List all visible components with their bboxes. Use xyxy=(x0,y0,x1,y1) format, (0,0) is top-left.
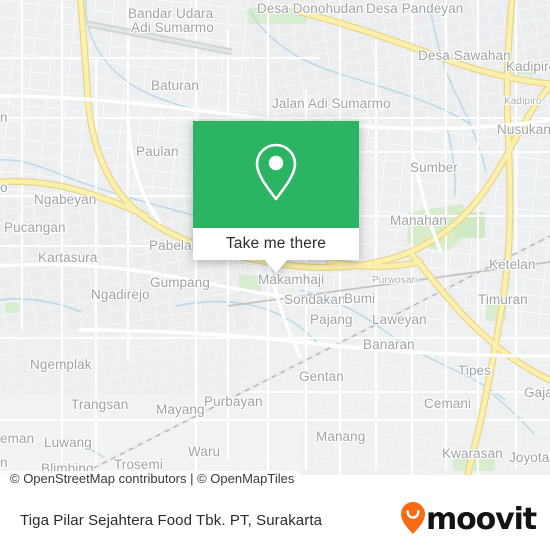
footer-bar: Tiga Pilar Sejahtera Food Tbk. PT, Surak… xyxy=(0,490,550,550)
map-attribution: © OpenStreetMap contributors | © OpenMap… xyxy=(0,466,550,490)
popup-tail-pointer xyxy=(265,260,287,273)
moovit-logo[interactable]: moovit xyxy=(400,501,550,540)
map-pin-outline-icon xyxy=(252,141,300,208)
moovit-wordmark: moovit xyxy=(425,502,537,537)
map-screenshot-root: Bandar Udara Adi Sumarmo Desa Donohudan Des… xyxy=(0,0,550,550)
place-title: Tiga Pilar Sejahtera Food Tbk. PT, Surak… xyxy=(20,511,323,529)
moovit-pin-icon xyxy=(400,501,426,540)
popup-action-bar[interactable]: Take me there xyxy=(193,228,359,260)
attribution-text[interactable]: © OpenStreetMap contributors | © OpenMap… xyxy=(0,470,301,486)
take-me-there-popup[interactable]: Take me there xyxy=(193,121,359,273)
take-me-there-label: Take me there xyxy=(225,235,327,252)
popup-header xyxy=(193,121,359,228)
